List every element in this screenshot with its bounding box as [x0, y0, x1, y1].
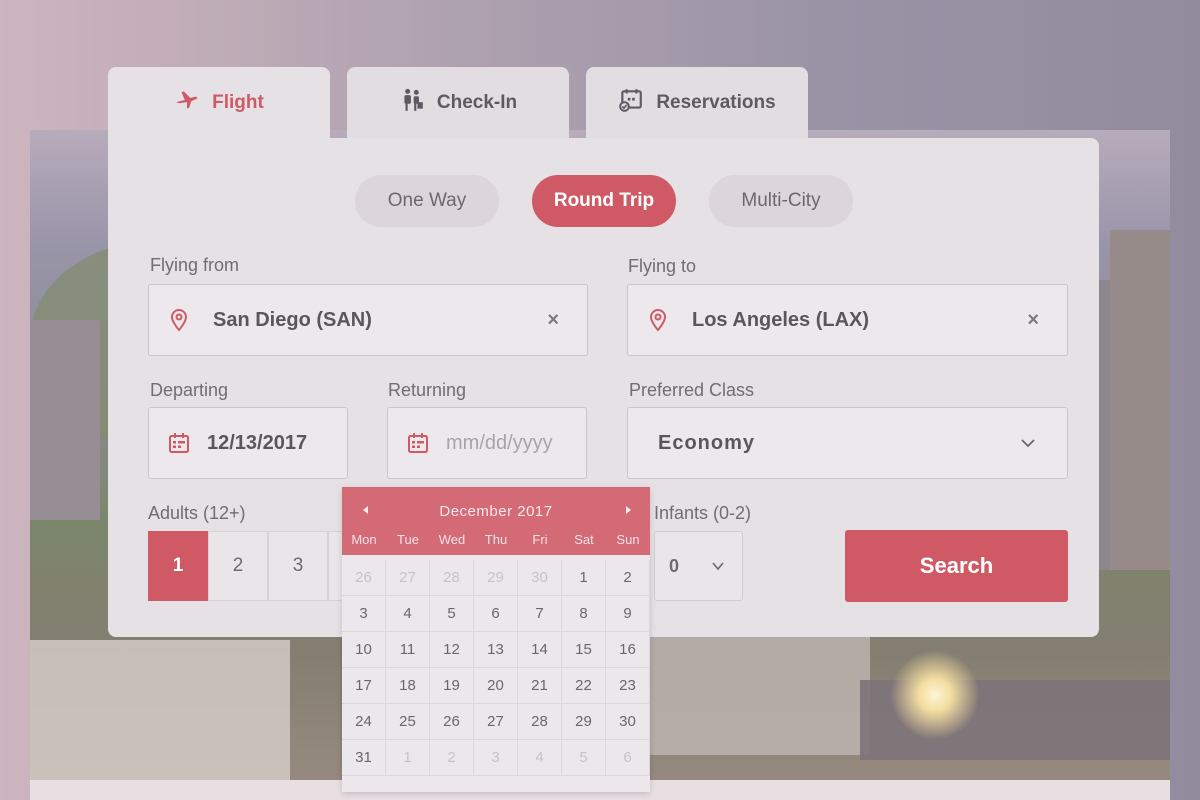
- tab-reservations[interactable]: Reservations: [586, 67, 808, 139]
- to-label: Flying to: [628, 256, 697, 276]
- calendar-day[interactable]: 18: [386, 668, 430, 704]
- returning-label: Returning: [388, 380, 467, 400]
- calendar-day[interactable]: 22: [562, 668, 606, 704]
- calendar-day-outside: 1: [386, 740, 430, 776]
- weekday-label: Wed: [438, 532, 466, 547]
- weekday-label: Sat: [574, 532, 594, 547]
- calendar-day[interactable]: 10: [342, 632, 386, 668]
- to-field[interactable]: Los Angeles (LAX) ×: [627, 284, 1068, 356]
- calendar-day[interactable]: 9: [606, 596, 650, 632]
- calendar-day[interactable]: 21: [518, 668, 562, 704]
- returning-placeholder: mm/dd/yyyy: [446, 431, 553, 454]
- airplane-icon: [174, 87, 200, 119]
- calendar-day[interactable]: 5: [430, 596, 474, 632]
- calendar-day[interactable]: 29: [562, 704, 606, 740]
- trip-multi-city-button[interactable]: Multi-City: [709, 175, 853, 227]
- weekday-row: Mon Tue Wed Thu Fri Sat Sun: [342, 532, 650, 547]
- infants-label: Infants (0-2): [654, 503, 752, 523]
- calendar-day[interactable]: 28: [518, 704, 562, 740]
- class-value: Economy: [658, 431, 756, 454]
- calendar-day[interactable]: 7: [518, 596, 562, 632]
- calendar-day[interactable]: 19: [430, 668, 474, 704]
- adults-option-1[interactable]: 1: [148, 531, 208, 601]
- calendar-day[interactable]: 3: [342, 596, 386, 632]
- calendar-day[interactable]: 8: [562, 596, 606, 632]
- weekday-label: Mon: [351, 532, 377, 547]
- calendar-day[interactable]: 15: [562, 632, 606, 668]
- calendar-day[interactable]: 26: [430, 704, 474, 740]
- chevron-down-icon: [710, 558, 726, 574]
- calendar-day-outside: 6: [606, 740, 650, 776]
- calendar-day[interactable]: 23: [606, 668, 650, 704]
- calendar-day[interactable]: 6: [474, 596, 518, 632]
- infants-value: 0: [669, 555, 680, 576]
- tab-label: Check-In: [436, 92, 518, 113]
- calendar-icon: [167, 431, 191, 455]
- date-picker: December 2017 Mon Tue Wed Thu Fri Sat Sun 26 27…: [342, 487, 650, 792]
- adults-option-3[interactable]: 3: [268, 531, 328, 601]
- adults-option-2[interactable]: 2: [208, 531, 268, 601]
- calendar-day-outside: 26: [342, 560, 386, 596]
- weekday-label: Thu: [484, 532, 508, 547]
- calendar-day[interactable]: 16: [606, 632, 650, 668]
- to-value: Los Angeles (LAX): [692, 308, 870, 331]
- weekday-label: Fri: [532, 532, 548, 547]
- date-picker-header: December 2017 Mon Tue Wed Thu Fri Sat Sun: [342, 487, 650, 555]
- calendar-day-outside: 28: [430, 560, 474, 596]
- weekday-label: Tue: [397, 532, 419, 547]
- calendar-day-outside: 5: [562, 740, 606, 776]
- calendar-day-outside: 2: [430, 740, 474, 776]
- calendar-day-outside: 4: [518, 740, 562, 776]
- map-pin-icon: [646, 308, 670, 332]
- calendar-day[interactable]: 31: [342, 740, 386, 776]
- calendar-day-outside: 27: [386, 560, 430, 596]
- checkin-icon: [399, 87, 425, 119]
- from-field[interactable]: San Diego (SAN) ×: [148, 284, 588, 356]
- search-button[interactable]: Search: [845, 530, 1068, 602]
- day-grid: 26 27 28 29 30 1 2 3 4 5 6 7 8 9 10 11 12 13 14 15 16 17 18 19 2…: [342, 555, 650, 776]
- next-month-icon[interactable]: [618, 501, 638, 519]
- month-title: December 2017: [439, 503, 553, 520]
- from-value: San Diego (SAN): [213, 308, 372, 331]
- chevron-down-icon: [1019, 434, 1037, 452]
- calendar-day-outside: 30: [518, 560, 562, 596]
- calendar-day[interactable]: 27: [474, 704, 518, 740]
- adults-label: Adults (12+): [148, 503, 246, 523]
- calendar-day[interactable]: 13: [474, 632, 518, 668]
- returning-field[interactable]: mm/dd/yyyy: [387, 407, 587, 479]
- departing-value: 12/13/2017: [207, 431, 308, 454]
- tab-flight[interactable]: Flight: [108, 67, 330, 139]
- trip-one-way-button[interactable]: One Way: [355, 175, 499, 227]
- calendar-day[interactable]: 17: [342, 668, 386, 704]
- calendar-day[interactable]: 14: [518, 632, 562, 668]
- calendar-day[interactable]: 2: [606, 560, 650, 596]
- calendar-day[interactable]: 20: [474, 668, 518, 704]
- tab-check-in[interactable]: Check-In: [347, 67, 569, 139]
- calendar-day[interactable]: 4: [386, 596, 430, 632]
- clear-from-icon[interactable]: ×: [547, 309, 559, 332]
- clear-to-icon[interactable]: ×: [1027, 309, 1039, 332]
- departing-field[interactable]: 12/13/2017: [148, 407, 348, 479]
- map-pin-icon: [167, 308, 191, 332]
- calendar-check-icon: [618, 87, 644, 119]
- calendar-day[interactable]: 12: [430, 632, 474, 668]
- calendar-day[interactable]: 11: [386, 632, 430, 668]
- calendar-day-outside: 3: [474, 740, 518, 776]
- calendar-day-outside: 29: [474, 560, 518, 596]
- infants-select[interactable]: 0: [654, 531, 743, 601]
- tab-label: Reservations: [656, 92, 776, 113]
- calendar-day[interactable]: 25: [386, 704, 430, 740]
- class-label: Preferred Class: [629, 380, 755, 400]
- from-label: Flying from: [150, 255, 240, 275]
- calendar-icon: [406, 431, 430, 455]
- departing-label: Departing: [150, 380, 229, 400]
- trip-round-trip-button[interactable]: Round Trip: [532, 175, 676, 227]
- calendar-day[interactable]: 30: [606, 704, 650, 740]
- class-select[interactable]: Economy: [627, 407, 1068, 479]
- calendar-day[interactable]: 1: [562, 560, 606, 596]
- calendar-day[interactable]: 24: [342, 704, 386, 740]
- tab-label: Flight: [212, 92, 264, 113]
- weekday-label: Sun: [616, 532, 640, 547]
